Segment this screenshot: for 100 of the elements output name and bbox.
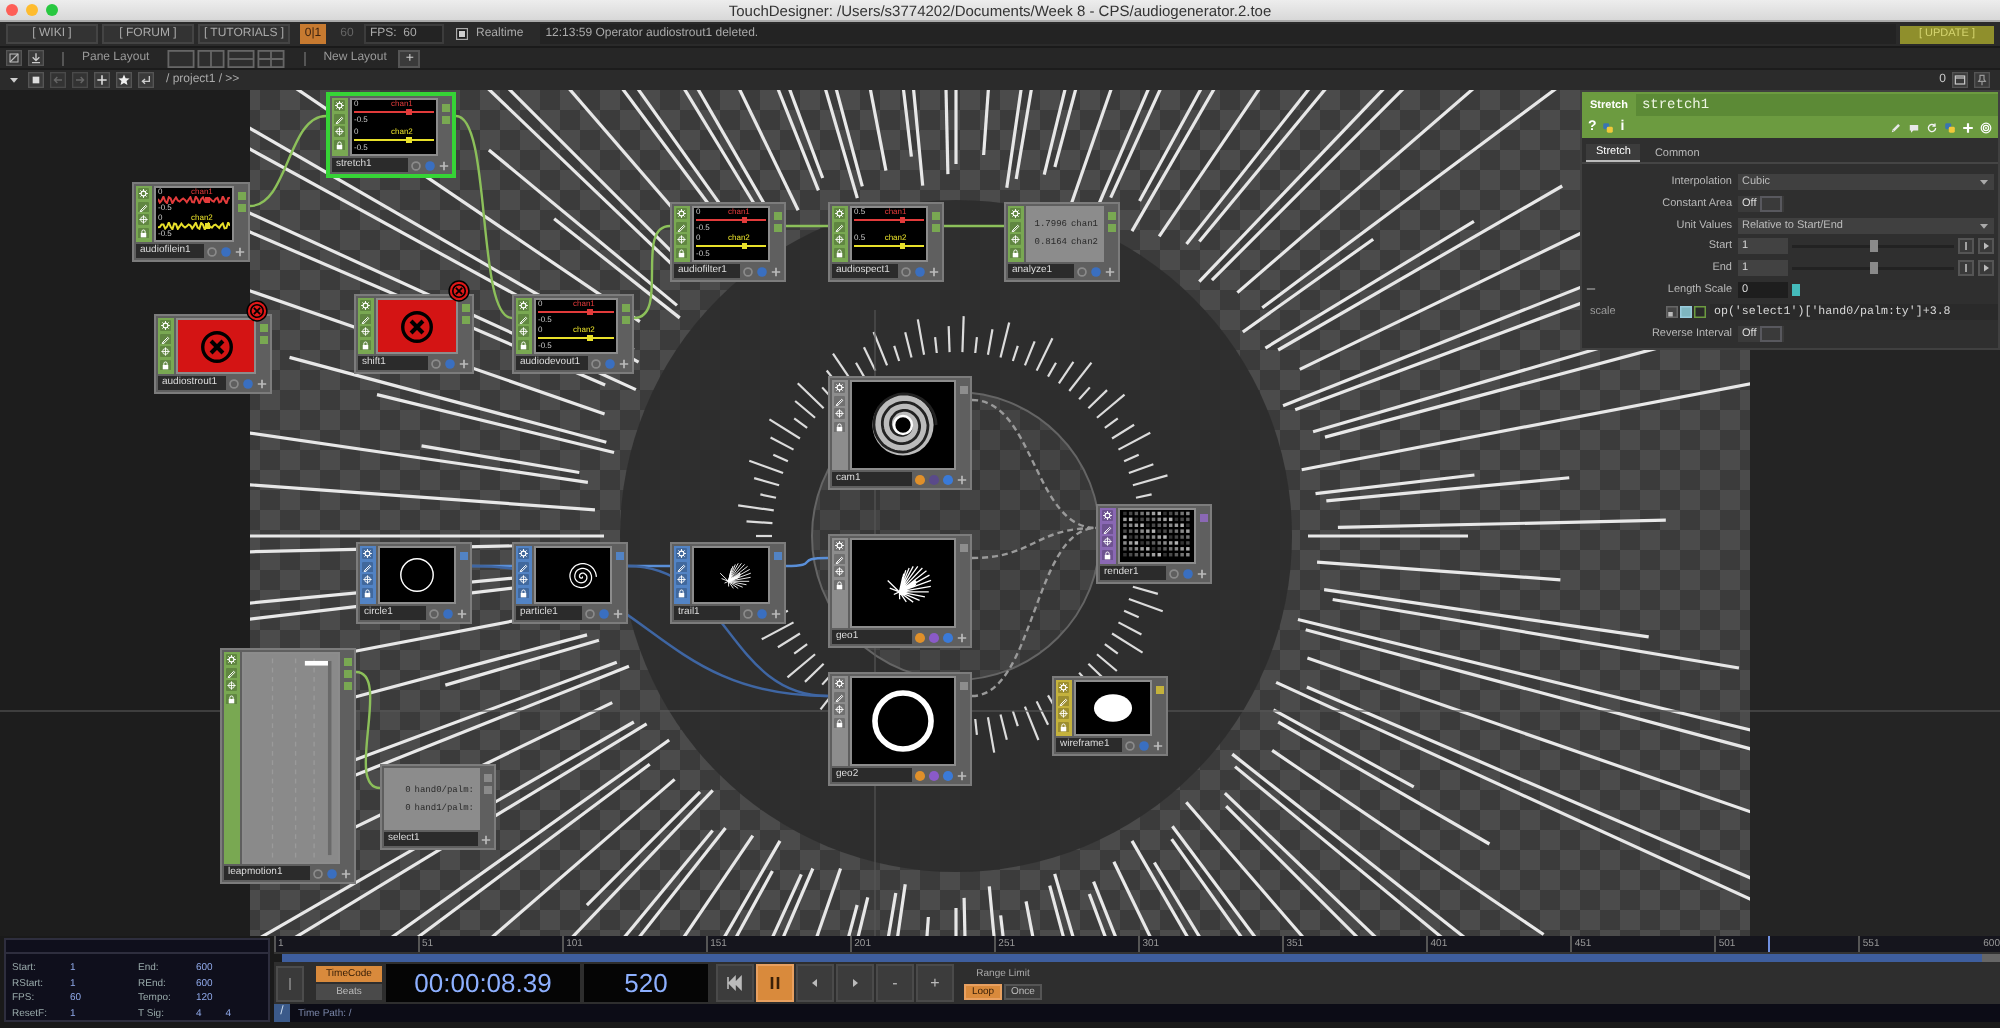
plus-icon[interactable] xyxy=(94,72,110,88)
output-port[interactable] xyxy=(1155,686,1163,694)
gear-icon[interactable] xyxy=(226,654,238,665)
ring-icon[interactable] xyxy=(410,159,422,171)
pencil-icon[interactable] xyxy=(160,333,172,344)
gear-icon[interactable] xyxy=(834,540,846,551)
single-pane-icon[interactable] xyxy=(165,49,196,67)
pencil-icon[interactable] xyxy=(834,553,846,564)
lock-icon[interactable] xyxy=(1058,721,1070,732)
star-icon[interactable] xyxy=(116,72,132,88)
gear-icon[interactable] xyxy=(834,678,846,689)
output-port[interactable] xyxy=(459,552,467,560)
lock-icon[interactable] xyxy=(334,139,346,150)
pencil-icon[interactable] xyxy=(834,691,846,702)
forward-arrow-icon[interactable] xyxy=(72,72,88,88)
crosshair-icon[interactable] xyxy=(226,680,238,691)
slider-track[interactable] xyxy=(1792,238,1954,255)
crosshair-icon[interactable] xyxy=(518,574,530,585)
ring-icon[interactable] xyxy=(742,265,754,277)
ring-icon[interactable] xyxy=(742,607,754,619)
crosshair-icon[interactable] xyxy=(834,566,846,577)
lock-icon[interactable] xyxy=(138,227,150,238)
pencil-icon[interactable] xyxy=(676,221,688,232)
plus-icon[interactable] xyxy=(1104,265,1116,277)
crosshair-icon[interactable] xyxy=(334,126,346,137)
crosshair-icon[interactable] xyxy=(1058,708,1070,719)
ring-icon[interactable] xyxy=(228,377,240,389)
gear-icon[interactable] xyxy=(138,188,150,199)
crosshair-icon[interactable] xyxy=(834,704,846,715)
gear-icon[interactable] xyxy=(834,208,846,219)
plus-icon[interactable] xyxy=(612,607,624,619)
slider-thumb[interactable] xyxy=(1869,240,1877,253)
output-port[interactable] xyxy=(959,544,967,552)
dot-icon[interactable] xyxy=(756,265,768,277)
crosshair-icon[interactable] xyxy=(676,234,688,245)
square-icon[interactable] xyxy=(1666,305,1678,318)
dot-icon[interactable] xyxy=(326,867,338,879)
two-rows-icon[interactable] xyxy=(225,49,256,67)
overlapping-squares-icon[interactable] xyxy=(1602,122,1615,134)
dot-icon[interactable] xyxy=(928,769,940,781)
lock-icon[interactable] xyxy=(1102,549,1114,560)
pencil-icon[interactable] xyxy=(834,221,846,232)
gear-icon[interactable] xyxy=(676,208,688,219)
ring-icon[interactable] xyxy=(1168,567,1180,579)
dot-icon[interactable] xyxy=(1182,567,1194,579)
pin-icon[interactable] xyxy=(1974,72,1990,88)
dot-icon[interactable] xyxy=(1090,265,1102,277)
grid-layout-icon[interactable] xyxy=(255,49,286,67)
gear-icon[interactable] xyxy=(834,382,846,393)
two-columns-icon[interactable] xyxy=(195,49,226,67)
pencil-icon[interactable] xyxy=(1102,523,1114,534)
slashed-square-icon[interactable] xyxy=(6,50,22,66)
right-triangle-icon[interactable] xyxy=(1978,238,1994,255)
overlapping-squares-icon[interactable] xyxy=(1944,122,1956,134)
dot-icon[interactable] xyxy=(914,473,926,485)
dot-icon[interactable] xyxy=(942,473,954,485)
lock-icon[interactable] xyxy=(834,421,846,432)
ring-icon[interactable] xyxy=(584,607,596,619)
lock-icon[interactable] xyxy=(834,579,846,590)
dot-icon[interactable] xyxy=(928,473,940,485)
pencil-icon[interactable] xyxy=(518,313,530,324)
dot-icon[interactable] xyxy=(444,357,456,369)
plus-icon[interactable] xyxy=(1152,739,1164,751)
gear-icon[interactable] xyxy=(518,548,530,559)
crosshair-icon[interactable] xyxy=(138,214,150,225)
lock-icon[interactable] xyxy=(518,339,530,350)
dot-icon[interactable] xyxy=(220,245,232,257)
crosshair-icon[interactable] xyxy=(160,346,172,357)
crosshair-icon[interactable] xyxy=(834,408,846,419)
lock-icon[interactable] xyxy=(362,587,374,598)
refresh-icon[interactable] xyxy=(1926,122,1938,134)
ring-icon[interactable] xyxy=(900,265,912,277)
gear-icon[interactable] xyxy=(362,548,374,559)
output-port[interactable] xyxy=(773,552,781,560)
lock-icon[interactable] xyxy=(160,359,172,370)
plus-icon[interactable] xyxy=(928,265,940,277)
plus-icon[interactable] xyxy=(234,245,246,257)
gear-icon[interactable] xyxy=(1010,208,1022,219)
pencil-icon[interactable] xyxy=(1890,122,1902,134)
pause-icon[interactable] xyxy=(756,964,794,1002)
slider-thumb[interactable] xyxy=(1792,283,1800,296)
plus-icon[interactable] xyxy=(438,159,450,171)
pencil-icon[interactable] xyxy=(226,667,238,678)
dot-icon[interactable] xyxy=(598,607,610,619)
output-port[interactable] xyxy=(959,682,967,690)
window-icon[interactable] xyxy=(1952,72,1968,88)
gear-icon[interactable] xyxy=(360,300,372,311)
ring-icon[interactable] xyxy=(312,867,324,879)
ring-icon[interactable] xyxy=(430,357,442,369)
plus-icon[interactable] xyxy=(956,631,968,643)
crosshair-icon[interactable] xyxy=(676,574,688,585)
bar-icon[interactable] xyxy=(276,965,304,1001)
lock-icon[interactable] xyxy=(676,247,688,258)
crosshair-icon[interactable] xyxy=(360,326,372,337)
gear-icon[interactable] xyxy=(1102,510,1114,521)
ring-icon[interactable] xyxy=(1124,739,1136,751)
plus-icon[interactable] xyxy=(256,377,268,389)
pencil-icon[interactable] xyxy=(334,113,346,124)
minus-icon[interactable] xyxy=(1586,284,1596,295)
pencil-icon[interactable] xyxy=(1010,221,1022,232)
